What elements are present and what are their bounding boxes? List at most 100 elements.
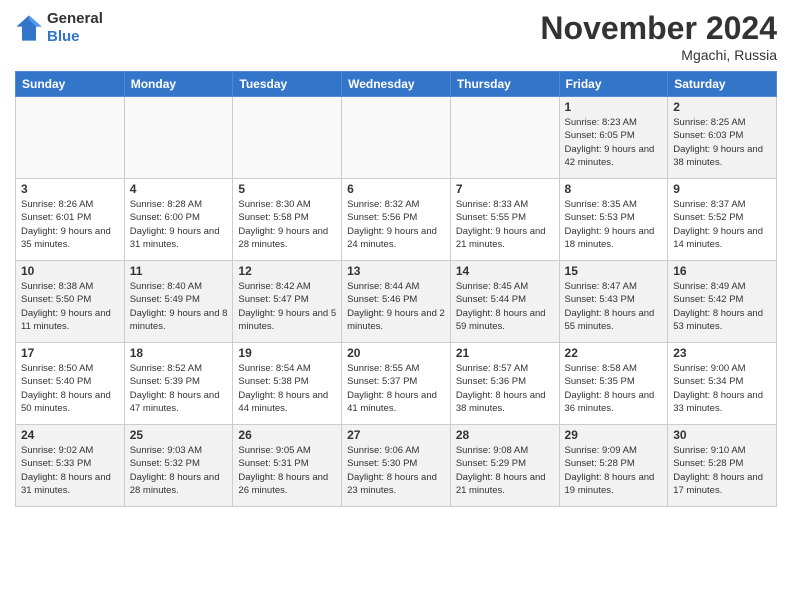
day-number: 19	[238, 346, 336, 360]
day-number: 9	[673, 182, 771, 196]
day-number: 29	[565, 428, 663, 442]
day-info: Sunset: 5:39 PM	[130, 375, 228, 388]
logo-icon	[15, 14, 43, 42]
day-number: 25	[130, 428, 228, 442]
calendar-cell: 20Sunrise: 8:55 AMSunset: 5:37 PMDayligh…	[342, 343, 451, 425]
day-info: Sunset: 6:01 PM	[21, 211, 119, 224]
day-info: Sunrise: 8:58 AM	[565, 362, 663, 375]
day-info: Daylight: 8 hours and 50 minutes.	[21, 389, 119, 416]
location: Mgachi, Russia	[540, 47, 777, 63]
day-info: Daylight: 8 hours and 23 minutes.	[347, 471, 445, 498]
day-info: Daylight: 9 hours and 14 minutes.	[673, 225, 771, 252]
day-info: Sunset: 5:53 PM	[565, 211, 663, 224]
day-info: Daylight: 9 hours and 24 minutes.	[347, 225, 445, 252]
calendar-cell: 18Sunrise: 8:52 AMSunset: 5:39 PMDayligh…	[124, 343, 233, 425]
day-info: Sunset: 6:05 PM	[565, 129, 663, 142]
calendar-cell: 12Sunrise: 8:42 AMSunset: 5:47 PMDayligh…	[233, 261, 342, 343]
day-info: Daylight: 9 hours and 31 minutes.	[130, 225, 228, 252]
day-info: Sunrise: 8:45 AM	[456, 280, 554, 293]
day-info: Sunrise: 9:08 AM	[456, 444, 554, 457]
day-info: Sunset: 5:44 PM	[456, 293, 554, 306]
calendar-cell: 17Sunrise: 8:50 AMSunset: 5:40 PMDayligh…	[16, 343, 125, 425]
col-monday: Monday	[124, 72, 233, 97]
day-info: Daylight: 8 hours and 38 minutes.	[456, 389, 554, 416]
page: General Blue November 2024 Mgachi, Russi…	[0, 0, 792, 612]
calendar-cell	[342, 97, 451, 179]
day-info: Sunrise: 8:50 AM	[21, 362, 119, 375]
day-info: Sunrise: 8:40 AM	[130, 280, 228, 293]
day-number: 7	[456, 182, 554, 196]
day-number: 24	[21, 428, 119, 442]
day-info: Sunrise: 8:28 AM	[130, 198, 228, 211]
day-info: Sunrise: 8:32 AM	[347, 198, 445, 211]
day-info: Sunset: 5:42 PM	[673, 293, 771, 306]
day-number: 11	[130, 264, 228, 278]
day-info: Daylight: 9 hours and 28 minutes.	[238, 225, 336, 252]
day-info: Sunset: 5:46 PM	[347, 293, 445, 306]
day-info: Sunset: 5:28 PM	[565, 457, 663, 470]
day-number: 14	[456, 264, 554, 278]
day-info: Sunrise: 8:55 AM	[347, 362, 445, 375]
day-info: Daylight: 8 hours and 19 minutes.	[565, 471, 663, 498]
day-info: Sunset: 5:30 PM	[347, 457, 445, 470]
day-info: Sunset: 5:38 PM	[238, 375, 336, 388]
logo-text: General Blue	[47, 10, 103, 46]
calendar-week-4: 24Sunrise: 9:02 AMSunset: 5:33 PMDayligh…	[16, 425, 777, 507]
calendar-cell: 5Sunrise: 8:30 AMSunset: 5:58 PMDaylight…	[233, 179, 342, 261]
day-info: Daylight: 9 hours and 2 minutes.	[347, 307, 445, 334]
day-info: Sunrise: 8:23 AM	[565, 116, 663, 129]
day-info: Sunset: 6:03 PM	[673, 129, 771, 142]
calendar-cell: 7Sunrise: 8:33 AMSunset: 5:55 PMDaylight…	[450, 179, 559, 261]
day-info: Daylight: 8 hours and 31 minutes.	[21, 471, 119, 498]
calendar-cell: 25Sunrise: 9:03 AMSunset: 5:32 PMDayligh…	[124, 425, 233, 507]
day-info: Daylight: 8 hours and 36 minutes.	[565, 389, 663, 416]
day-info: Sunrise: 8:37 AM	[673, 198, 771, 211]
day-number: 26	[238, 428, 336, 442]
calendar-cell: 30Sunrise: 9:10 AMSunset: 5:28 PMDayligh…	[668, 425, 777, 507]
calendar-cell: 28Sunrise: 9:08 AMSunset: 5:29 PMDayligh…	[450, 425, 559, 507]
calendar-cell: 27Sunrise: 9:06 AMSunset: 5:30 PMDayligh…	[342, 425, 451, 507]
calendar-cell	[233, 97, 342, 179]
col-saturday: Saturday	[668, 72, 777, 97]
calendar-cell: 19Sunrise: 8:54 AMSunset: 5:38 PMDayligh…	[233, 343, 342, 425]
day-info: Sunset: 5:31 PM	[238, 457, 336, 470]
calendar-cell	[124, 97, 233, 179]
day-info: Sunrise: 9:00 AM	[673, 362, 771, 375]
day-number: 6	[347, 182, 445, 196]
day-info: Sunrise: 8:25 AM	[673, 116, 771, 129]
calendar: Sunday Monday Tuesday Wednesday Thursday…	[15, 71, 777, 507]
day-info: Sunrise: 9:03 AM	[130, 444, 228, 457]
calendar-cell: 8Sunrise: 8:35 AMSunset: 5:53 PMDaylight…	[559, 179, 668, 261]
day-info: Sunrise: 8:47 AM	[565, 280, 663, 293]
day-info: Sunrise: 8:33 AM	[456, 198, 554, 211]
day-info: Sunset: 5:35 PM	[565, 375, 663, 388]
day-number: 28	[456, 428, 554, 442]
day-info: Sunrise: 8:49 AM	[673, 280, 771, 293]
calendar-cell: 3Sunrise: 8:26 AMSunset: 6:01 PMDaylight…	[16, 179, 125, 261]
day-info: Daylight: 8 hours and 21 minutes.	[456, 471, 554, 498]
calendar-cell: 4Sunrise: 8:28 AMSunset: 6:00 PMDaylight…	[124, 179, 233, 261]
day-number: 20	[347, 346, 445, 360]
day-number: 22	[565, 346, 663, 360]
day-info: Daylight: 8 hours and 59 minutes.	[456, 307, 554, 334]
day-info: Sunset: 5:52 PM	[673, 211, 771, 224]
day-info: Sunset: 5:34 PM	[673, 375, 771, 388]
calendar-week-2: 10Sunrise: 8:38 AMSunset: 5:50 PMDayligh…	[16, 261, 777, 343]
header: General Blue November 2024 Mgachi, Russi…	[15, 10, 777, 63]
month-title: November 2024	[540, 10, 777, 47]
calendar-cell: 10Sunrise: 8:38 AMSunset: 5:50 PMDayligh…	[16, 261, 125, 343]
day-info: Sunset: 5:58 PM	[238, 211, 336, 224]
day-number: 27	[347, 428, 445, 442]
day-info: Daylight: 8 hours and 28 minutes.	[130, 471, 228, 498]
day-number: 18	[130, 346, 228, 360]
day-info: Sunrise: 8:54 AM	[238, 362, 336, 375]
calendar-cell: 9 Sunrise: 8:37 AMSunset: 5:52 PMDaylight…	[668, 179, 777, 261]
calendar-cell: 23Sunrise: 9:00 AMSunset: 5:34 PMDayligh…	[668, 343, 777, 425]
calendar-cell: 6 Sunrise: 8:32 AMSunset: 5:56 PMDaylight…	[342, 179, 451, 261]
calendar-header-row: Sunday Monday Tuesday Wednesday Thursday…	[16, 72, 777, 97]
day-info: Sunrise: 8:52 AM	[130, 362, 228, 375]
calendar-cell: 2Sunrise: 8:25 AMSunset: 6:03 PMDaylight…	[668, 97, 777, 179]
day-info: Sunset: 5:56 PM	[347, 211, 445, 224]
day-info: Sunrise: 8:35 AM	[565, 198, 663, 211]
day-info: Sunset: 5:36 PM	[456, 375, 554, 388]
